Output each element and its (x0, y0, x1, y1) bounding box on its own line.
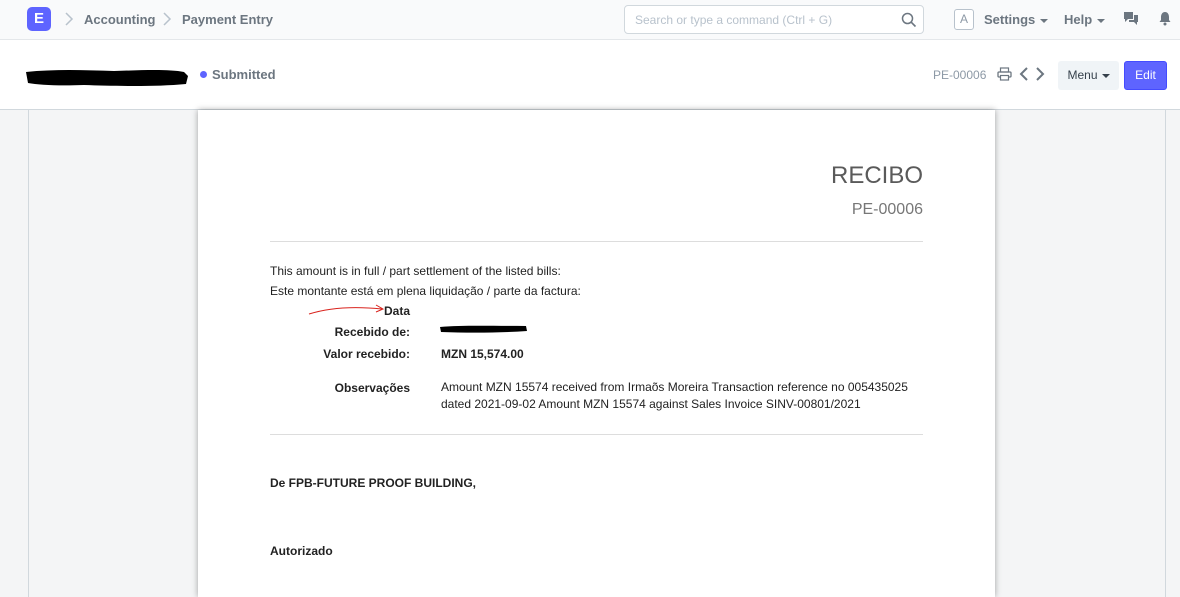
settlement-text-pt: Este montante está em plena liquidação /… (270, 284, 581, 298)
remarks-line-2: dated 2021-09-02 Amount MZN 15574 agains… (441, 397, 861, 411)
navbar: E Accounting Payment Entry A Settings He… (0, 0, 1180, 40)
redacted-party-name (440, 325, 527, 333)
from-company: De FPB-FUTURE PROOF BUILDING, (270, 476, 476, 490)
caret-down-icon (1101, 73, 1110, 78)
chat-icon[interactable] (1123, 11, 1139, 26)
remarks-line-1: Amount MZN 15574 received from Irmaõs Mo… (441, 380, 908, 394)
date-label: Data (383, 304, 410, 318)
settings-dropdown[interactable]: Settings (984, 12, 1049, 27)
receipt-title: RECIBO (830, 162, 923, 189)
bell-icon[interactable] (1159, 11, 1171, 26)
app-logo[interactable]: E (27, 7, 51, 31)
edit-button[interactable]: Edit (1124, 61, 1167, 90)
search-box (624, 5, 924, 34)
search-icon[interactable] (901, 12, 917, 28)
remarks-label: Observações (334, 381, 410, 395)
amount-received-value: MZN 15,574.00 (441, 347, 524, 361)
help-dropdown[interactable]: Help (1064, 12, 1106, 27)
status-dot (200, 71, 207, 78)
receipt-doc-no: PE-00006 (851, 201, 923, 218)
annotation-arrow (308, 304, 385, 315)
settings-label: Settings (984, 12, 1036, 27)
receipt-paper: RECIBO PE-00006 This amount is in full /… (198, 110, 995, 597)
user-avatar[interactable]: A (954, 9, 974, 30)
amount-received-label: Valor recebido: (323, 347, 410, 361)
breadcrumb-payment-entry[interactable]: Payment Entry (182, 12, 273, 27)
menu-label: Menu (1067, 68, 1098, 82)
remarks-value: Amount MZN 15574 received from Irmaõs Mo… (441, 379, 921, 413)
caret-down-icon (1040, 18, 1049, 23)
status-label: Submitted (212, 67, 276, 82)
divider (270, 241, 923, 242)
chevron-left-icon[interactable] (1019, 66, 1029, 82)
help-label: Help (1064, 12, 1093, 27)
authorized-label: Autorizado (270, 544, 333, 558)
breadcrumb-accounting[interactable]: Accounting (84, 12, 156, 27)
chevron-right-icon[interactable] (1035, 66, 1045, 82)
doc-name: PE-00006 (933, 68, 987, 82)
menu-button[interactable]: Menu (1058, 61, 1119, 90)
caret-down-icon (1097, 18, 1106, 23)
received-from-label: Recebido de: (334, 325, 410, 339)
chevron-right-icon (65, 12, 74, 26)
divider (270, 434, 923, 435)
print-icon[interactable] (997, 67, 1012, 81)
search-input[interactable] (635, 11, 895, 29)
settlement-text-en: This amount is in full / part settlement… (270, 264, 561, 278)
redacted-title (26, 70, 188, 86)
chevron-right-icon (163, 12, 172, 26)
page-head: Submitted PE-00006 Menu Edit (0, 40, 1180, 110)
status-indicator: Submitted (200, 67, 276, 82)
